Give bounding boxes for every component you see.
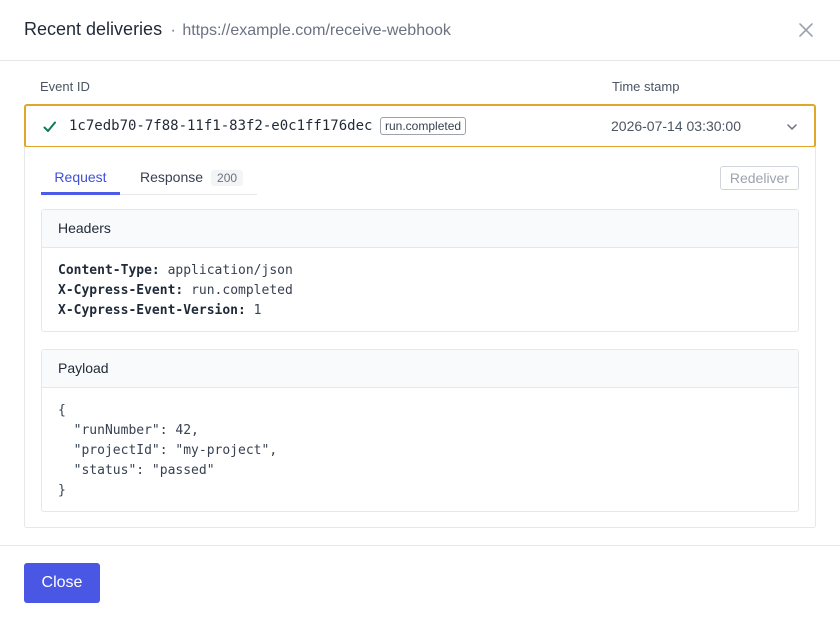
close-button[interactable]: Close	[24, 563, 100, 603]
tab-request[interactable]: Request	[41, 162, 120, 195]
redeliver-button[interactable]: Redeliver	[719, 166, 799, 190]
column-header-timestamp: Time stamp	[612, 79, 680, 94]
tab-response-label: Response	[140, 169, 204, 185]
payload-section: Payload { "runNumber": 42, "projectId": …	[41, 349, 799, 512]
chevron-down-icon[interactable]	[784, 119, 800, 135]
header-item: X-Cypress-Event: run.completed	[58, 281, 782, 301]
header-key: X-Cypress-Event-Version:	[58, 303, 246, 318]
webhook-url: https://example.com/receive-webhook	[182, 22, 451, 39]
code-line: }	[58, 483, 66, 498]
headers-section: Headers Content-Type: application/json X…	[41, 209, 799, 332]
code-line: "projectId": "my-project",	[58, 443, 278, 458]
detail-tabs: Request Response 200	[41, 162, 257, 195]
close-icon[interactable]	[796, 20, 816, 40]
event-id: 1c7edb70-7f88-11f1-83f2-e0c1ff176dec	[69, 118, 373, 134]
modal-header: Recent deliveries · https://example.com/…	[0, 0, 840, 61]
code-line: "runNumber": 42,	[58, 423, 199, 438]
headers-list: Content-Type: application/json X-Cypress…	[42, 248, 798, 334]
code-line: {	[58, 403, 66, 418]
header-value: application/json	[167, 263, 293, 278]
modal-title-text: Recent deliveries	[24, 19, 163, 39]
header-item: Content-Type: application/json	[58, 261, 782, 281]
tab-response[interactable]: Response 200	[140, 162, 244, 195]
code-line: "status": "passed"	[58, 463, 215, 478]
recent-deliveries-modal: Recent deliveries · https://example.com/…	[0, 0, 840, 619]
header-key: X-Cypress-Event:	[58, 283, 184, 298]
header-value: 1	[253, 303, 262, 318]
header-value: run.completed	[191, 283, 293, 298]
payload-code: { "runNumber": 42, "projectId": "my-proj…	[42, 388, 798, 514]
event-type-badge: run.completed	[380, 117, 467, 135]
delivery-details-panel: Request Response 200 Redeliver Headers Co…	[24, 147, 816, 528]
column-header-event-id: Event ID	[40, 79, 90, 94]
title-separator: ·	[170, 22, 176, 39]
modal-footer: Close	[0, 545, 840, 619]
header-key: Content-Type:	[58, 263, 160, 278]
modal-title: Recent deliveries · https://example.com/…	[24, 19, 451, 40]
header-item: X-Cypress-Event-Version: 1	[58, 301, 782, 321]
check-icon	[42, 119, 58, 135]
payload-section-title: Payload	[42, 350, 798, 388]
delivery-timestamp: 2026-07-14 03:30:00	[611, 118, 741, 134]
delivery-row[interactable]: 1c7edb70-7f88-11f1-83f2-e0c1ff176dec run…	[24, 104, 816, 148]
response-status-badge: 200	[211, 170, 244, 186]
headers-section-title: Headers	[42, 210, 798, 248]
